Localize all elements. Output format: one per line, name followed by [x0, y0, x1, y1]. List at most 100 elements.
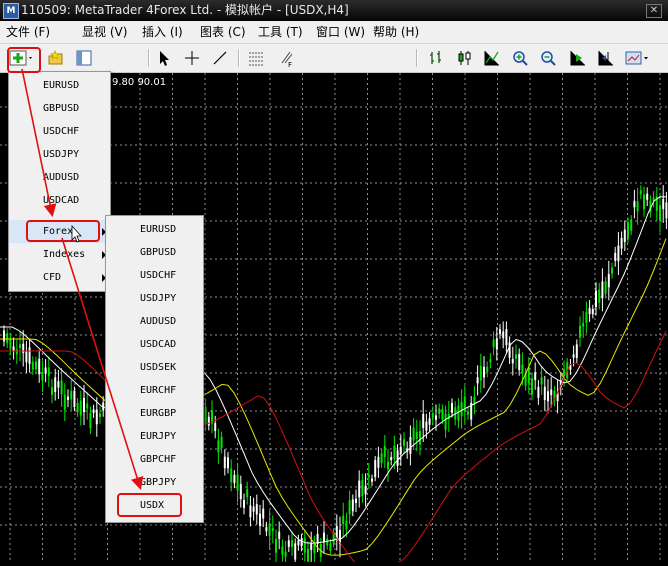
toolbar-separator	[148, 49, 150, 67]
submenu-item-eurchf[interactable]: EURCHF	[106, 379, 203, 402]
submenu-item-usdcad[interactable]: USDCAD	[106, 333, 203, 356]
autoscroll-icon[interactable]	[568, 48, 588, 68]
candle-body	[419, 431, 421, 445]
candle-body	[54, 377, 57, 393]
submenu-item-usdsek[interactable]: USDSEK	[106, 356, 203, 379]
menu-charts[interactable]: 图表 (C)	[200, 21, 246, 43]
candle-body	[489, 359, 492, 363]
candle-body	[575, 344, 578, 358]
menu-item-audusd[interactable]: AUDUSD	[9, 166, 110, 189]
candle-body	[633, 200, 636, 208]
candle-body	[499, 329, 501, 334]
menu-item-gbpusd[interactable]: GBPUSD	[9, 97, 110, 120]
candle-body	[38, 358, 41, 375]
candle-body	[92, 409, 95, 414]
candle-body	[607, 274, 610, 288]
candle-body	[486, 366, 489, 373]
candle-body	[79, 400, 82, 416]
candle-body	[217, 440, 220, 453]
periods-icon[interactable]	[246, 48, 266, 68]
candle-body	[41, 371, 44, 381]
candle-body	[579, 325, 581, 338]
candle-body	[355, 498, 357, 503]
submenu-item-eurusd[interactable]: EURUSD	[106, 218, 203, 241]
candle-body	[73, 390, 76, 408]
bar-chart-icon[interactable]	[426, 48, 446, 68]
candle-body	[527, 367, 530, 384]
templates-icon[interactable]	[624, 48, 650, 68]
close-window-icon[interactable]: ✕	[646, 4, 662, 18]
candle-body	[547, 391, 549, 402]
candle-body	[595, 290, 597, 308]
candle-body	[204, 406, 207, 424]
candle-body	[19, 344, 21, 349]
market-watch-icon[interactable]	[74, 48, 94, 68]
candle-body	[585, 312, 588, 323]
candle-body	[473, 396, 476, 404]
candle-body	[44, 367, 47, 374]
zoom-out-icon[interactable]	[538, 48, 558, 68]
candle-body	[492, 339, 495, 348]
candle-body	[265, 526, 268, 532]
cursor-icon[interactable]	[154, 48, 174, 68]
submenu-item-audusd[interactable]: AUDUSD	[106, 310, 203, 333]
candle-body	[15, 349, 18, 355]
menu-insert[interactable]: 插入 (I)	[142, 21, 183, 43]
candle-body	[70, 390, 73, 400]
text-icon[interactable]: F	[276, 48, 296, 69]
candle-body	[460, 402, 463, 416]
candle-body	[531, 378, 533, 395]
candle-body	[281, 546, 284, 555]
menu-help[interactable]: 帮助 (H)	[373, 21, 419, 43]
candle-body	[412, 427, 415, 441]
candle-body	[25, 351, 28, 363]
annotation-box-new-chart	[7, 47, 41, 73]
menu-file[interactable]: 文件 (F)	[6, 21, 50, 43]
menu-item-usdcad[interactable]: USDCAD	[9, 189, 110, 212]
candle-body	[598, 289, 601, 303]
submenu-item-usdchf[interactable]: USDCHF	[106, 264, 203, 287]
candle-body	[537, 386, 540, 398]
candle-body	[662, 198, 665, 210]
submenu-item-gbpchf[interactable]: GBPCHF	[106, 448, 203, 471]
candle-body	[278, 531, 281, 539]
chart-shift-icon[interactable]	[596, 48, 616, 68]
toolbar-separator	[238, 49, 240, 67]
candle-body	[505, 328, 508, 346]
candle-body	[588, 307, 591, 315]
crosshair-icon[interactable]	[182, 48, 202, 68]
submenu-item-gbpjpy[interactable]: GBPJPY	[106, 471, 203, 494]
submenu-item-gbpusd[interactable]: GBPUSD	[106, 241, 203, 264]
candlestick-icon[interactable]	[454, 48, 474, 68]
profiles-icon[interactable]	[46, 48, 66, 68]
zoom-in-icon[interactable]	[510, 48, 530, 68]
menu-item-indexes[interactable]: Indexes	[9, 243, 110, 266]
candle-body	[329, 543, 332, 551]
candle-body	[300, 538, 303, 547]
menu-item-usdchf[interactable]: USDCHF	[9, 120, 110, 143]
candle-body	[601, 281, 604, 299]
candle-body	[63, 394, 66, 410]
trendline-icon[interactable]	[210, 48, 230, 68]
candle-body	[262, 508, 265, 519]
menu-item-usdjpy[interactable]: USDJPY	[9, 143, 110, 166]
menu-view[interactable]: 显视 (V)	[82, 21, 127, 43]
candle-body	[223, 456, 226, 469]
candle-body	[9, 339, 12, 349]
line-chart-icon[interactable]	[482, 48, 502, 68]
menu-item-cfd[interactable]: CFD	[9, 266, 110, 289]
candle-body	[393, 445, 396, 460]
candle-body	[511, 359, 514, 364]
submenu-item-eurjpy[interactable]: EURJPY	[106, 425, 203, 448]
menu-tools[interactable]: 工具 (T)	[258, 21, 303, 43]
candle-body	[428, 418, 431, 425]
candle-body	[425, 421, 428, 431]
menu-item-eurusd[interactable]: EURUSD	[9, 74, 110, 97]
submenu-item-usdjpy[interactable]: USDJPY	[106, 287, 203, 310]
candle-body	[284, 551, 287, 557]
annotation-box-forex	[26, 220, 100, 242]
candle-body	[451, 403, 453, 413]
candle-body	[409, 437, 412, 454]
submenu-item-eurgbp[interactable]: EURGBP	[106, 402, 203, 425]
menu-window[interactable]: 窗口 (W)	[316, 21, 365, 43]
